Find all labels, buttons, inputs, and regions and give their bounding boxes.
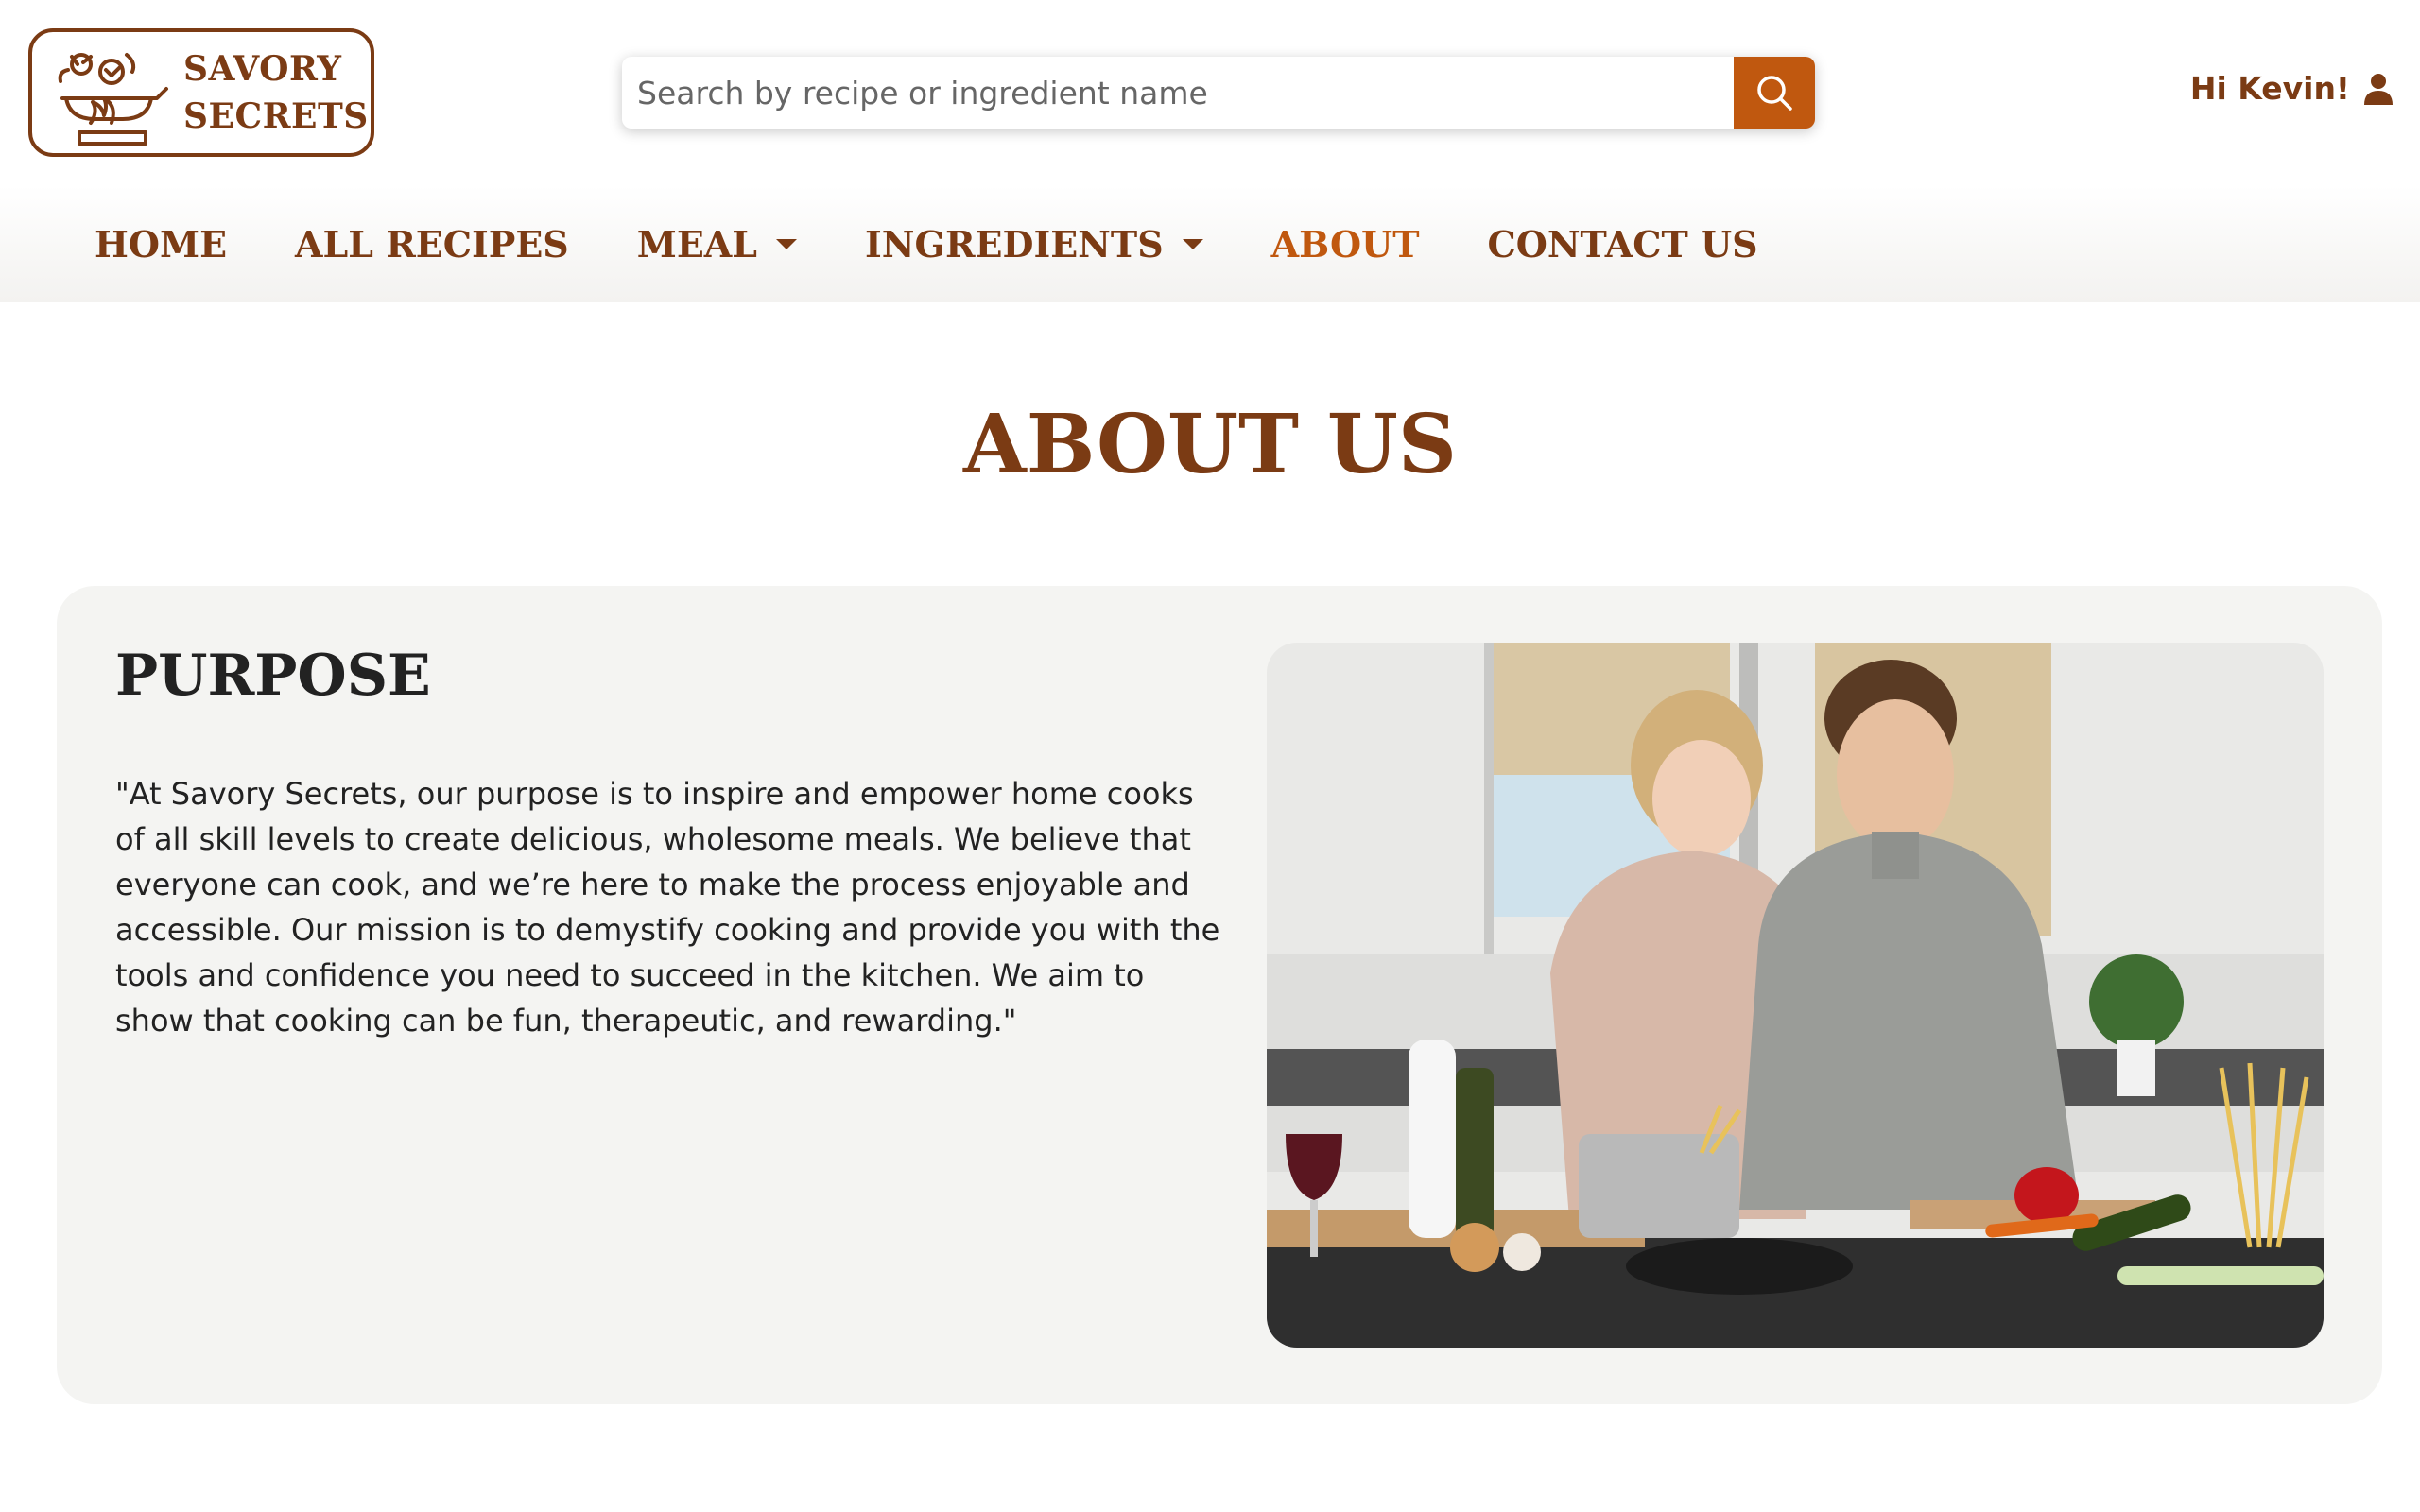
user-greeting[interactable]: Hi Kevin! (2190, 70, 2394, 107)
nav-contact-us[interactable]: CONTACT US (1487, 223, 1757, 266)
search-button[interactable] (1734, 57, 1815, 129)
search-icon (1757, 76, 1792, 111)
nav-all-recipes-label: ALL RECIPES (295, 222, 569, 266)
main-nav: HOME ALL RECIPES MEAL INGREDIENTS ABOUT … (0, 185, 2420, 302)
purpose-heading: PURPOSE (115, 643, 431, 709)
nav-meal-dropdown[interactable]: MEAL (637, 223, 797, 266)
caret-down-icon (1182, 238, 1203, 249)
purpose-card: PURPOSE "At Savory Secrets, our purpose … (57, 586, 2382, 1404)
purpose-text: "At Savory Secrets, our purpose is to in… (115, 776, 1220, 1039)
page-title: ABOUT US (963, 397, 1457, 492)
nav-ingredients-dropdown[interactable]: INGREDIENTS (865, 223, 1203, 266)
nav-all-recipes[interactable]: ALL RECIPES (295, 223, 569, 266)
nav-home-label: HOME (95, 222, 228, 266)
caret-down-icon (775, 238, 797, 249)
cooking-pan-icon (58, 53, 168, 146)
nav-home[interactable]: HOME (95, 223, 227, 266)
brand-logo[interactable]: SAVORY SECRETS (28, 28, 374, 157)
nav-contact-label: CONTACT US (1487, 222, 1758, 266)
nav-ingredients-label: INGREDIENTS (864, 222, 1164, 266)
kitchen-photo-illustration (1267, 643, 2324, 1348)
app-root: SAVORY SECRETS Hi Kevin! HOME ALL RECIPE… (0, 0, 2420, 1512)
user-icon (2364, 73, 2393, 105)
nav-about[interactable]: ABOUT (1271, 223, 1420, 266)
brand-line-1: SAVORY (183, 49, 342, 89)
search-bar (622, 57, 1815, 129)
search-input[interactable] (622, 57, 1734, 129)
brand-name: SAVORY SECRETS (183, 45, 369, 140)
brand-line-2: SECRETS (183, 96, 369, 136)
greeting-text: Hi Kevin! (2189, 70, 2350, 107)
kitchen-couple-photo (1267, 643, 2324, 1348)
nav-meal-label: MEAL (636, 222, 757, 266)
nav-about-label: ABOUT (1270, 222, 1420, 266)
